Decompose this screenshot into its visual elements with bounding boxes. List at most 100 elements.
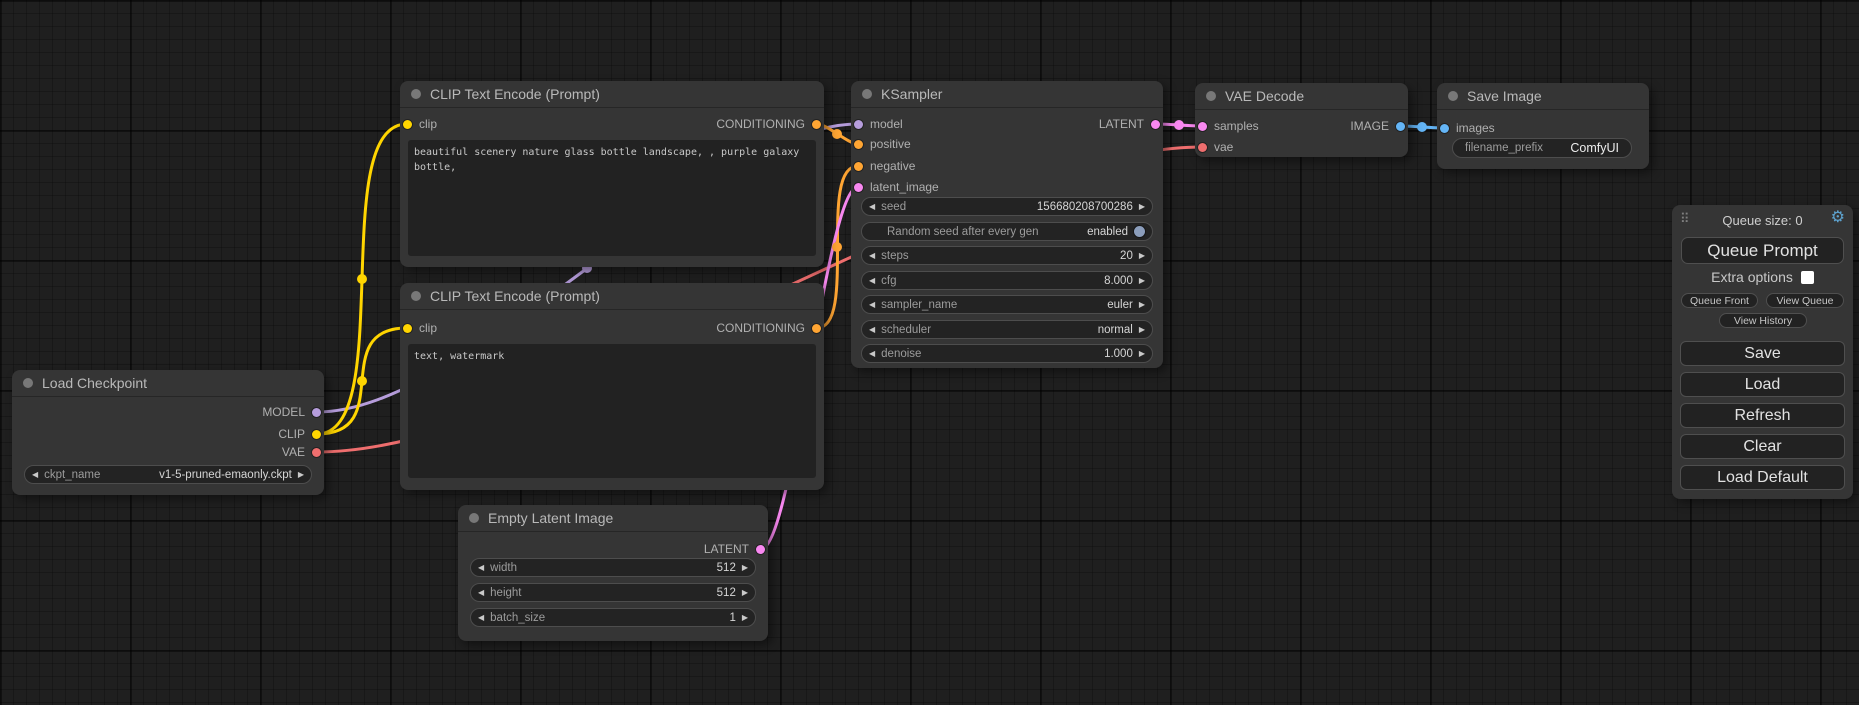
port-label: CONDITIONING [716,321,805,335]
left-arrow-icon[interactable]: ◀ [869,350,875,358]
output-port-conditioning[interactable]: CONDITIONING [716,321,821,335]
node-load-checkpoint[interactable]: Load Checkpoint MODEL CLIP VAE ◀ ckpt_na… [12,370,324,495]
node-clip-text-encode-negative[interactable]: CLIP Text Encode (Prompt) clip CONDITION… [400,283,824,490]
port-dot-latent-icon [1151,120,1160,129]
widget-value: 512 [717,587,736,599]
right-arrow-icon[interactable]: ▶ [1139,301,1145,309]
load-button[interactable]: Load [1680,372,1845,397]
node-title: CLIP Text Encode (Prompt) [430,288,600,304]
widget-value: 1 [729,612,735,624]
height-widget[interactable]: ◀ height 512 ▶ [470,583,756,602]
left-arrow-icon[interactable]: ◀ [478,564,484,572]
input-port-positive[interactable]: positive [854,137,911,151]
node-title: CLIP Text Encode (Prompt) [430,86,600,102]
link-dot-clip-positive [357,274,367,284]
graph-canvas[interactable]: { "colors": { "model": "#b69ddc", "clip"… [0,0,1859,705]
left-arrow-icon[interactable]: ◀ [869,252,875,260]
right-arrow-icon[interactable]: ▶ [742,614,748,622]
collapse-dot-icon[interactable] [469,513,479,523]
right-arrow-icon[interactable]: ▶ [1139,203,1145,211]
positive-prompt-textarea[interactable]: beautiful scenery nature glass bottle la… [408,140,816,256]
view-queue-button[interactable]: View Queue [1766,293,1844,308]
output-port-latent[interactable]: LATENT [1099,117,1160,131]
input-port-vae[interactable]: vae [1198,140,1233,154]
negative-prompt-textarea[interactable]: text, watermark [408,344,816,478]
collapse-dot-icon[interactable] [1206,91,1216,101]
ckpt-name-widget[interactable]: ◀ ckpt_name v1-5-pruned-emaonly.ckpt ▶ [24,465,312,484]
left-arrow-icon[interactable]: ◀ [869,326,875,334]
queue-front-button[interactable]: Queue Front [1681,293,1758,308]
right-arrow-icon[interactable]: ▶ [1139,326,1145,334]
output-port-image[interactable]: IMAGE [1350,119,1405,133]
output-port-latent[interactable]: LATENT [704,542,765,556]
port-label: clip [419,321,437,335]
widget-label: scheduler [881,324,931,336]
denoise-widget[interactable]: ◀ denoise 1.000 ▶ [861,344,1153,363]
seed-widget[interactable]: ◀ seed 156680208700286 ▶ [861,197,1153,216]
output-port-conditioning[interactable]: CONDITIONING [716,117,821,131]
input-port-model[interactable]: model [854,117,903,131]
extra-options-checkbox[interactable] [1801,271,1814,284]
toggle-enabled-icon[interactable] [1134,226,1145,237]
output-port-model[interactable]: MODEL [262,405,321,419]
left-arrow-icon[interactable]: ◀ [478,614,484,622]
input-port-images[interactable]: images [1440,121,1495,135]
left-arrow-icon[interactable]: ◀ [869,277,875,285]
node-empty-latent-image[interactable]: Empty Latent Image LATENT ◀ width 512 ▶ … [458,505,768,641]
widget-label: denoise [881,348,921,360]
load-default-button[interactable]: Load Default [1680,465,1845,490]
node-clip-text-encode-positive[interactable]: CLIP Text Encode (Prompt) clip CONDITION… [400,81,824,267]
batch-size-widget[interactable]: ◀ batch_size 1 ▶ [470,608,756,627]
gear-icon[interactable]: ⚙ [1831,210,1845,226]
link-dot-cond-positive [832,129,842,139]
sampler-name-widget[interactable]: ◀ sampler_name euler ▶ [861,295,1153,314]
random-seed-widget[interactable]: Random seed after every gen enabled [861,222,1153,241]
port-label: CONDITIONING [716,117,805,131]
width-widget[interactable]: ◀ width 512 ▶ [470,558,756,577]
node-ksampler[interactable]: KSampler model positive negative latent_… [851,81,1163,368]
collapse-dot-icon[interactable] [862,89,872,99]
output-port-clip[interactable]: CLIP [278,427,321,441]
port-label: negative [870,159,915,173]
left-arrow-icon[interactable]: ◀ [869,301,875,309]
right-arrow-icon[interactable]: ▶ [298,471,304,479]
collapse-dot-icon[interactable] [23,378,33,388]
steps-widget[interactable]: ◀ steps 20 ▶ [861,246,1153,265]
port-dot-vae-icon [312,448,321,457]
right-arrow-icon[interactable]: ▶ [1139,277,1145,285]
collapse-dot-icon[interactable] [411,291,421,301]
left-arrow-icon[interactable]: ◀ [478,589,484,597]
right-arrow-icon[interactable]: ▶ [742,564,748,572]
right-arrow-icon[interactable]: ▶ [1139,350,1145,358]
scheduler-widget[interactable]: ◀ scheduler normal ▶ [861,320,1153,339]
view-history-button[interactable]: View History [1719,313,1807,328]
collapse-dot-icon[interactable] [411,89,421,99]
clear-button[interactable]: Clear [1680,434,1845,459]
collapse-dot-icon[interactable] [1448,91,1458,101]
output-port-vae[interactable]: VAE [282,445,321,459]
widget-label: ckpt_name [44,469,100,481]
left-arrow-icon[interactable]: ◀ [869,203,875,211]
right-arrow-icon[interactable]: ▶ [742,589,748,597]
queue-prompt-button[interactable]: Queue Prompt [1681,237,1844,264]
node-save-image[interactable]: Save Image images filename_prefix ComfyU… [1437,83,1649,169]
left-arrow-icon[interactable]: ◀ [32,471,38,479]
cfg-widget[interactable]: ◀ cfg 8.000 ▶ [861,271,1153,290]
save-button[interactable]: Save [1680,341,1845,366]
port-dot-clip-icon [403,324,412,333]
right-arrow-icon[interactable]: ▶ [1139,252,1145,260]
node-vae-decode[interactable]: VAE Decode samples vae IMAGE [1195,83,1408,157]
node-title: Load Checkpoint [42,375,147,391]
input-port-negative[interactable]: negative [854,159,915,173]
widget-value: 8.000 [1104,275,1133,287]
input-port-clip[interactable]: clip [403,117,437,131]
widget-label: steps [881,250,909,262]
input-port-samples[interactable]: samples [1198,119,1259,133]
input-port-clip[interactable]: clip [403,321,437,335]
port-label: LATENT [1099,117,1144,131]
port-dot-clip-icon [403,120,412,129]
refresh-button[interactable]: Refresh [1680,403,1845,428]
widget-value: 20 [1120,250,1133,262]
input-port-latent-image[interactable]: latent_image [854,180,939,194]
filename-prefix-widget[interactable]: filename_prefix ComfyUI [1452,138,1632,158]
